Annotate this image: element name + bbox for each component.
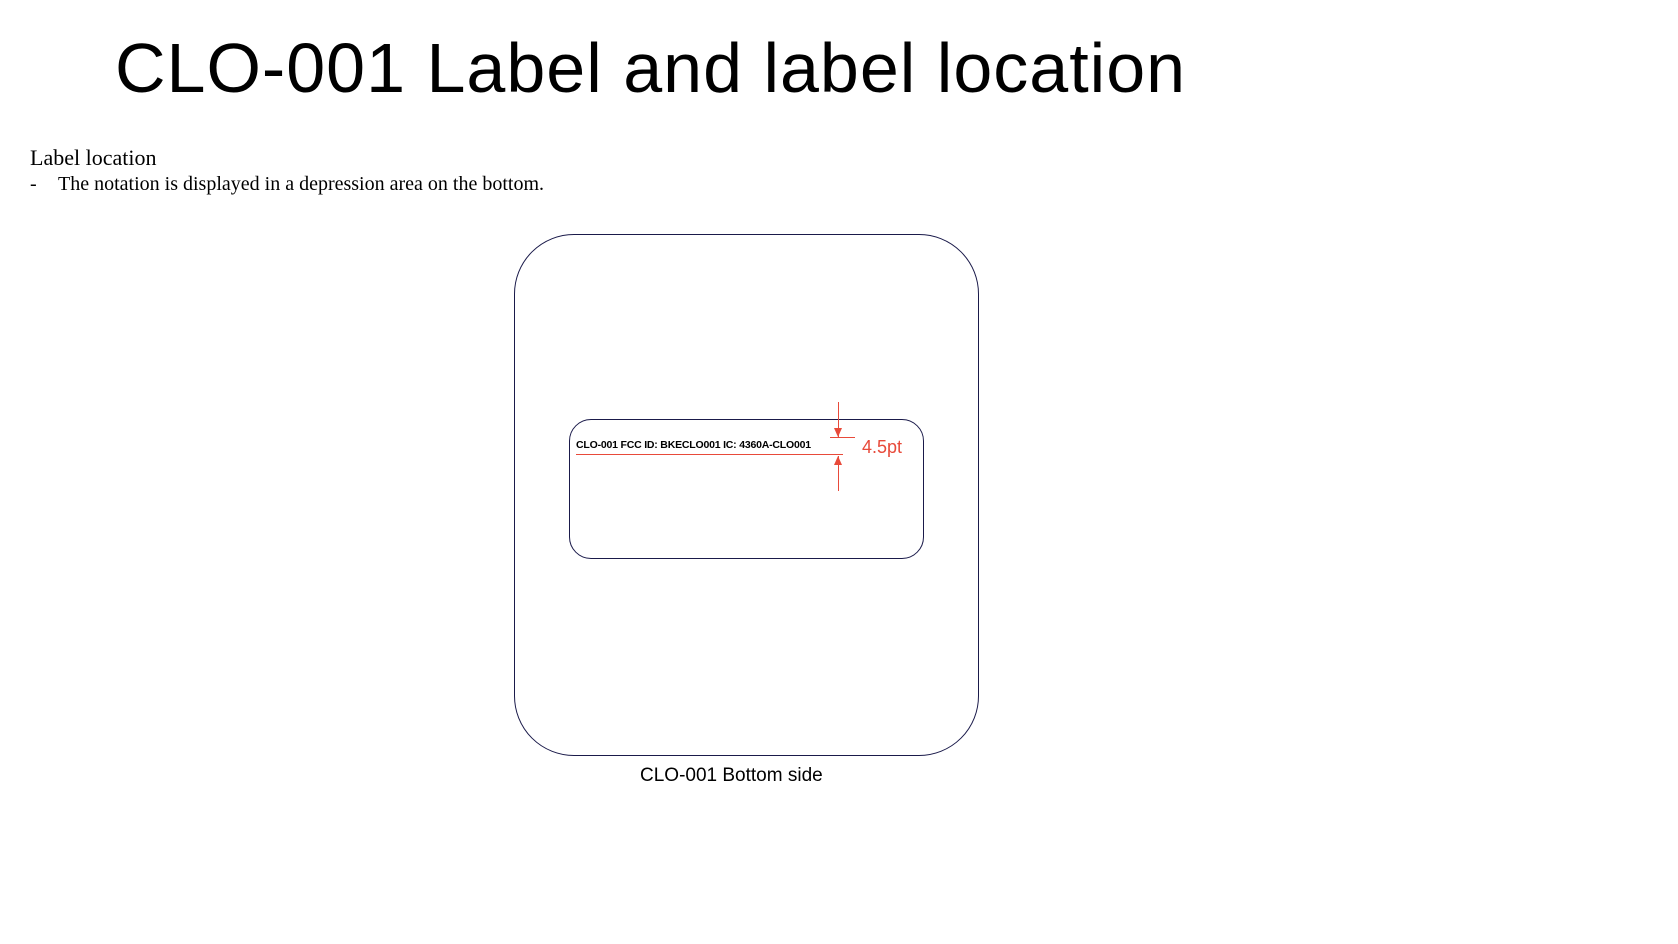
dimension-tick-top (830, 437, 855, 438)
section-heading: Label location (30, 145, 156, 171)
diagram-caption: CLO-001 Bottom side (640, 765, 823, 787)
bullet-line: -The notation is displayed in a depressi… (30, 173, 544, 196)
page-title: CLO-001 Label and label location (115, 28, 1186, 108)
label-underline (576, 454, 843, 455)
dimension-value: 4.5pt (862, 437, 902, 458)
bullet-text: The notation is displayed in a depressio… (58, 173, 544, 195)
dimension-arrow-up-icon (838, 456, 839, 491)
diagram-container: CLO-001 FCC ID: BKECLO001 IC: 4360A-CLO0… (514, 234, 979, 756)
dimension-arrow-down-icon (838, 402, 839, 437)
bullet-dash: - (30, 173, 58, 196)
label-content-text: CLO-001 FCC ID: BKECLO001 IC: 4360A-CLO0… (576, 439, 811, 451)
